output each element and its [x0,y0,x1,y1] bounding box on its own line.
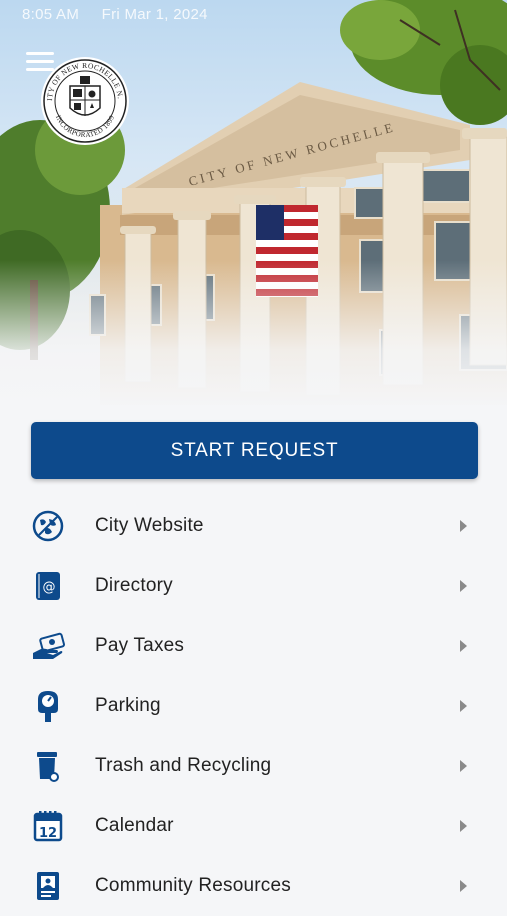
chevron-right-icon [460,760,467,772]
status-bar: 8:05 AM Fri Mar 1, 2024 [22,6,226,23]
svg-text:12: 12 [39,826,57,841]
chevron-right-icon [460,580,467,592]
menu-list: City Website @ Directory Pay Taxes Parki… [0,496,507,916]
menu-item-label: City Website [95,515,204,536]
hero-banner: CITY OF NEW ROCHELLE 8:05 AM Fri Mar 1, … [0,0,507,410]
menu-item-label: Calendar [95,815,174,836]
menu-item-label: Community Resources [95,875,291,896]
menu-item-community-resources[interactable]: Community Resources [0,856,507,916]
menu-item-label: Parking [95,695,161,716]
globe-icon [31,509,65,543]
status-date: Fri Mar 1, 2024 [101,6,208,23]
chevron-right-icon [460,520,467,532]
city-seal-logo: CITY OF NEW ROCHELLE N.Y. INCORPORATED 1… [40,56,129,145]
menu-item-calendar[interactable]: 12 Calendar [0,796,507,856]
start-request-label: START REQUEST [170,439,339,461]
pay-taxes-icon [31,629,65,663]
menu-item-parking[interactable]: Parking [0,676,507,736]
start-request-button[interactable]: START REQUEST [31,422,478,479]
chevron-right-icon [460,820,467,832]
menu-item-label: Directory [95,575,173,596]
calendar-icon: 12 [31,809,65,843]
menu-item-label: Pay Taxes [95,635,185,656]
menu-item-trash-and-recycling[interactable]: Trash and Recycling [0,736,507,796]
status-time: 8:05 AM [22,6,80,23]
directory-icon: @ [31,569,65,603]
svg-text:@: @ [43,580,56,595]
menu-item-label: Trash and Recycling [95,755,272,776]
hero-fade [0,260,507,410]
trash-bin-icon [31,749,65,783]
chevron-right-icon [460,640,467,652]
menu-item-city-website[interactable]: City Website [0,496,507,556]
chevron-right-icon [460,880,467,892]
chevron-right-icon [460,700,467,712]
community-resources-icon [31,869,65,903]
menu-item-pay-taxes[interactable]: Pay Taxes [0,616,507,676]
menu-item-directory[interactable]: @ Directory [0,556,507,616]
parking-meter-icon [31,689,65,723]
